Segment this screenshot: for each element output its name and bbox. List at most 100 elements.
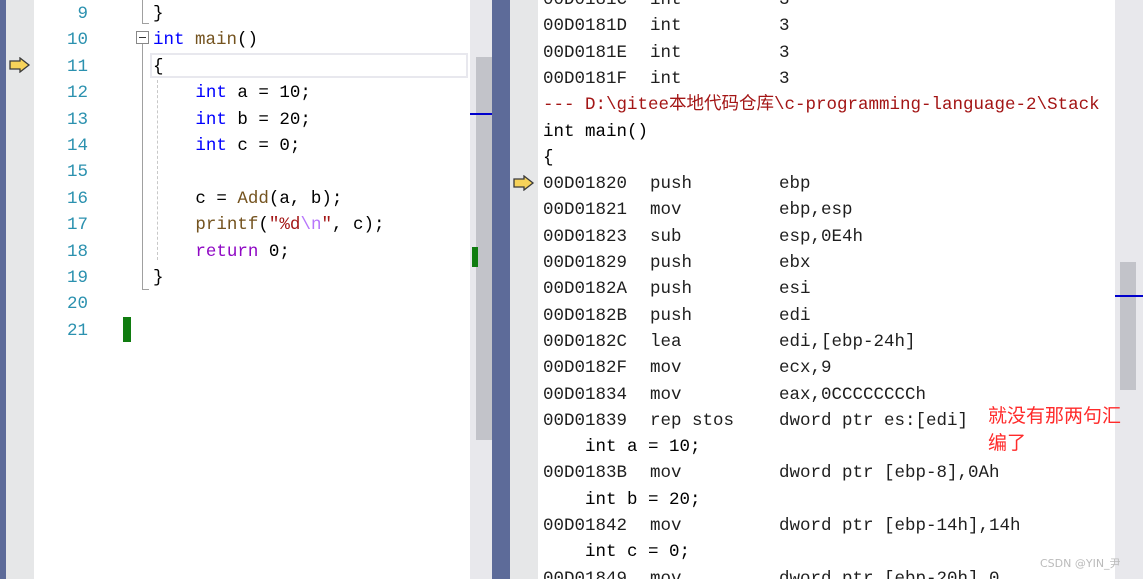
indent-guide xyxy=(157,80,158,260)
asm-row: 00D0182A push esi xyxy=(543,276,1115,302)
asm-row: 00D0182C lea edi,[ebp-24h] xyxy=(543,329,1115,355)
operand: ecx,9 xyxy=(779,358,832,379)
outline-line xyxy=(142,44,143,290)
code-line: int main() xyxy=(153,27,258,53)
operand: eax,0CCCCCCCCh xyxy=(779,384,927,405)
code-token: int xyxy=(195,136,227,156)
code-token: c = 0; xyxy=(226,136,301,156)
code-token: int xyxy=(195,109,227,130)
code-token: " xyxy=(321,215,332,236)
code-token: "%d xyxy=(268,215,301,236)
outline-collapse-box[interactable] xyxy=(136,31,149,44)
asm-row: 00D0183B mov dword ptr [ebp-8],0Ah xyxy=(543,460,1115,486)
mnemonic: int xyxy=(650,68,682,89)
asm-row: 00D0182B push edi xyxy=(543,303,1115,329)
operand: dword ptr [ebp-14h],14h xyxy=(779,516,1021,536)
line-number: 11 xyxy=(66,56,88,77)
code-line: int a = 10; xyxy=(195,80,311,106)
code-token: printf xyxy=(195,215,259,236)
code-line: int b = 20; xyxy=(195,107,311,133)
code-line: } xyxy=(153,265,164,291)
operand: ebx xyxy=(779,253,811,273)
code-token: } xyxy=(153,268,164,288)
code-token: a = 10; xyxy=(226,83,311,104)
operand: 3 xyxy=(779,16,790,37)
panel-divider[interactable] xyxy=(492,0,510,579)
asm-row: 00D01823 sub esp,0E4h xyxy=(543,224,1115,250)
scroll-change-marker xyxy=(472,247,478,267)
source-line: int main() xyxy=(543,121,649,142)
mnemonic: sub xyxy=(650,226,682,247)
operand: dword ptr es:[edi] xyxy=(779,410,969,431)
operand: ebp xyxy=(779,174,811,195)
asm-row: 00D01821 mov ebp,esp xyxy=(543,197,1115,223)
code-token: int xyxy=(195,83,227,104)
operand: ebp,esp xyxy=(779,200,853,221)
operand: dword ptr [ebp-20h],0 xyxy=(779,568,1000,579)
line-number: 17 xyxy=(66,215,88,236)
address: 00D0182B xyxy=(543,305,628,326)
mnemonic: mov xyxy=(650,516,682,536)
code-token: int xyxy=(153,30,185,51)
asm-row: 00D01820 push ebp xyxy=(543,171,1115,197)
mnemonic: mov xyxy=(650,358,682,379)
asm-row: 00D01829 push ebx xyxy=(543,250,1115,276)
outline-line xyxy=(142,289,149,290)
code-line: return 0; xyxy=(195,239,290,265)
address: 00D0183B xyxy=(543,463,628,484)
outline-line xyxy=(142,0,143,24)
address: 00D0182F xyxy=(543,358,628,379)
line-number: 13 xyxy=(66,109,88,130)
code-token: return xyxy=(195,241,259,262)
address: 00D0181E xyxy=(543,42,628,63)
line-number: 9 xyxy=(77,4,88,24)
code-editor[interactable]: 9} 10 int main() 11{12 int a = 10; 13 int b = … xyxy=(0,0,470,579)
operand: dword ptr [ebp-8],0Ah xyxy=(779,463,1000,484)
address: 00D01820 xyxy=(543,174,628,195)
source-file-header: --- D:\gitee本地代码仓库\c-programming-languag… xyxy=(543,95,1100,116)
mnemonic: push xyxy=(650,174,693,195)
code-token: 0; xyxy=(258,241,290,262)
annotation-text: 就没有那两句汇 编了 xyxy=(988,403,1138,457)
address: 00D0181C xyxy=(543,0,628,10)
asm-row: 00D0181F int 3 xyxy=(543,66,1115,92)
mnemonic: int xyxy=(650,42,682,63)
mnemonic: mov xyxy=(650,463,682,484)
code-token: ( xyxy=(258,215,269,236)
mnemonic: mov xyxy=(650,200,682,221)
scrollbar-thumb[interactable] xyxy=(1120,262,1136,390)
disassembly-glyph-margin[interactable] xyxy=(510,0,538,579)
code-line: printf("%d\n", c); xyxy=(195,212,384,238)
mnemonic: int xyxy=(650,16,682,37)
address: 00D01834 xyxy=(543,384,628,405)
operand: edi,[ebp-24h] xyxy=(779,331,916,352)
mnemonic: mov xyxy=(650,568,682,579)
code-token: } xyxy=(153,4,164,24)
operand: esp,0E4h xyxy=(779,226,864,247)
source-line: { xyxy=(543,147,554,168)
current-line-highlight xyxy=(150,53,468,78)
line-number: 21 xyxy=(66,320,88,341)
line-number: 10 xyxy=(66,30,88,51)
disassembly-view[interactable]: 00D0181C int 3 00D0181D int 3 00D0181E int 3 00D0… xyxy=(538,0,1115,579)
code-line: c = Add(a, b); xyxy=(195,186,342,212)
asm-row: 00D0182F mov ecx,9 xyxy=(543,355,1115,381)
line-number: 16 xyxy=(66,188,88,209)
code-token: () xyxy=(237,30,259,51)
address: 00D0182C xyxy=(543,331,628,352)
editor-scrollbar[interactable] xyxy=(470,0,492,579)
asm-row: 00D01842 mov dword ptr [ebp-14h],14h xyxy=(543,513,1115,539)
mnemonic: mov xyxy=(650,384,682,405)
disassembly-scrollbar[interactable] xyxy=(1115,0,1143,579)
line-number: 20 xyxy=(66,294,88,315)
code-line: } xyxy=(153,1,164,27)
mnemonic: lea xyxy=(650,331,682,352)
scroll-position-marker xyxy=(1115,295,1143,297)
annotation-line: 编了 xyxy=(988,432,1027,454)
operand: 3 xyxy=(779,42,790,63)
code-token: Add xyxy=(237,188,269,209)
address: 00D0181F xyxy=(543,68,628,89)
change-marker xyxy=(123,317,131,342)
address: 00D0182A xyxy=(543,279,628,300)
line-number: 14 xyxy=(66,136,88,156)
